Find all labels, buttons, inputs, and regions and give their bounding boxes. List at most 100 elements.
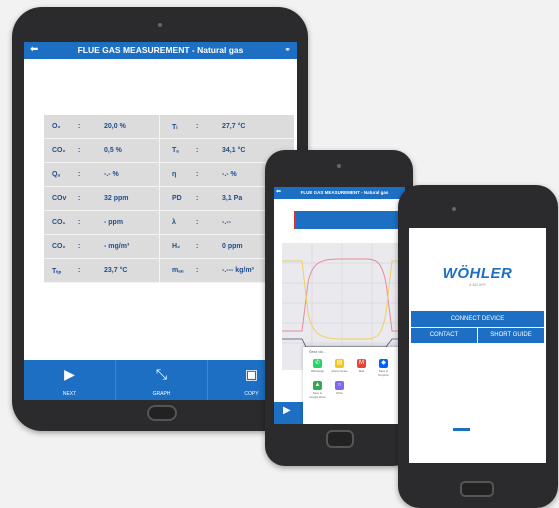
measurement-value: -.-- xyxy=(222,219,231,226)
small-input[interactable] xyxy=(453,428,470,431)
camera xyxy=(158,23,162,27)
camera xyxy=(452,207,456,211)
measurement-row: CO₁: - ppm λ: -.-- xyxy=(44,211,294,235)
yellow-series-line xyxy=(282,260,405,340)
measurement-label: Tₐ xyxy=(172,147,179,154)
measurement-label: H₂ xyxy=(172,243,181,250)
share-sheet: Send via... ✆ WhatsApp ▤ Add to Notes M Mail ◆… xyxy=(303,347,405,424)
measurement-label: mₐᵤ xyxy=(172,267,184,274)
measurement-separator: : xyxy=(196,195,199,202)
tablet-screen: ⬅ FLUE GAS MEASUREMENT - Natural gas ⚭ O… xyxy=(24,42,297,400)
measurement-separator: : xyxy=(78,123,81,130)
measurement-label: O₂ xyxy=(52,123,61,130)
measurement-value: - mg/m³ xyxy=(104,243,130,250)
measurement-value: 20,0 % xyxy=(104,123,126,130)
short-guide-button[interactable]: SHORT GUIDE xyxy=(478,328,544,343)
phone-screen-home: WÖHLER A 450 APP CONNECT DEVICE CONTACT … xyxy=(409,228,546,463)
share-item-label: WhatsApp xyxy=(311,369,324,373)
play-icon: ▶ xyxy=(64,366,75,382)
next-button[interactable]: ▶ xyxy=(274,402,303,424)
brand-logo: WÖHLER xyxy=(442,265,513,282)
save-icon: ▣ xyxy=(244,366,259,382)
home-button[interactable] xyxy=(326,430,354,448)
mail-icon[interactable]: M xyxy=(357,359,366,368)
back-arrow-icon[interactable]: ⬅ xyxy=(276,188,281,195)
measurement-value: -.- % xyxy=(222,171,237,178)
app-header: ⬅ FLUE GAS MEASUREMENT - Natural gas xyxy=(274,187,405,199)
drive-icon[interactable]: ▲ xyxy=(313,381,322,390)
measurement-row: CO₂: 0,5 % Tₐ: 34,1 °C xyxy=(44,139,294,163)
column-divider xyxy=(159,187,160,210)
measurement-separator: : xyxy=(196,243,199,250)
share-item-label: Save to Google Drive xyxy=(309,391,326,399)
app-header: ⬅ FLUE GAS MEASUREMENT - Natural gas ⚭ xyxy=(24,42,297,59)
connect-device-button[interactable]: CONNECT DEVICE xyxy=(411,311,544,327)
measurement-value: - ppm xyxy=(104,219,124,226)
measurement-label: COv xyxy=(52,195,67,202)
share-item-label: Other xyxy=(336,391,343,395)
graph-button[interactable]: ⤡ GRAPH xyxy=(115,360,208,400)
measurement-separator: : xyxy=(196,147,199,154)
measurement-separator: : xyxy=(78,147,81,154)
measurement-row: CO₂: - mg/m³ H₂: 0 ppm xyxy=(44,235,294,259)
measurement-value: -.--- kg/m³ xyxy=(222,267,254,274)
contact-button[interactable]: CONTACT xyxy=(411,328,477,343)
measurement-separator: : xyxy=(196,123,199,130)
value-strip xyxy=(294,211,405,229)
column-divider xyxy=(159,211,160,234)
measurement-separator: : xyxy=(196,219,199,226)
measurement-separator: : xyxy=(196,171,199,178)
measurement-grid: O₂: 20,0 % Tₗ: 27,7 °C CO₂: 0,5 % Tₐ: 34,1 °C Qₐ… xyxy=(44,115,294,283)
share-item-label: Add to Notes xyxy=(331,369,348,373)
measurement-label: Qₐ xyxy=(52,171,61,178)
measurement-label: CO₂ xyxy=(52,243,66,250)
measurement-separator: : xyxy=(78,219,81,226)
home-button[interactable] xyxy=(460,481,494,497)
share-item-label: Mail xyxy=(358,369,365,373)
measurement-value: 23,7 °C xyxy=(104,267,128,274)
graph-icon: ⤡ xyxy=(155,366,168,382)
share-item-label: Save to Dropbox xyxy=(378,369,389,377)
measurement-row: Qₐ: -.- % η: -.- % xyxy=(44,163,294,187)
camera xyxy=(337,164,341,168)
share-title: Send via... xyxy=(309,350,326,354)
measurement-label: CO₂ xyxy=(52,147,66,154)
pink-series-line xyxy=(282,258,405,332)
measurement-value: 34,1 °C xyxy=(222,147,246,154)
measurement-label: Tₗ xyxy=(172,124,178,131)
phone-screen-measurement: ⬅ FLUE GAS MEASUREMENT - Natural gas ▶ S… xyxy=(274,187,405,424)
measurement-separator: : xyxy=(196,267,199,274)
graph-label: GRAPH xyxy=(152,391,171,397)
link-icon[interactable]: ⚭ xyxy=(284,45,291,54)
measurement-label: PD xyxy=(172,195,182,202)
column-divider xyxy=(159,139,160,162)
measurement-label: η xyxy=(172,171,177,178)
column-divider xyxy=(159,163,160,186)
dropbox-icon[interactable]: ◆ xyxy=(379,359,388,368)
column-divider xyxy=(159,259,160,282)
measurement-separator: : xyxy=(78,195,81,202)
app-subtitle: A 450 APP xyxy=(469,283,486,287)
measurement-value: 0,5 % xyxy=(104,147,122,154)
next-button[interactable]: ▶ NEXT xyxy=(24,360,115,400)
home-button[interactable] xyxy=(147,405,177,421)
more-icon[interactable]: ○ xyxy=(335,381,344,390)
column-divider xyxy=(159,235,160,258)
page-title: FLUE GAS MEASUREMENT - Natural gas xyxy=(300,190,389,195)
whatsapp-icon[interactable]: ✆ xyxy=(313,359,322,368)
measurement-label: Tₜₚ xyxy=(52,268,62,275)
measurement-value: -.- % xyxy=(104,171,119,178)
play-icon: ▶ xyxy=(283,405,291,416)
next-label: NEXT xyxy=(62,391,77,397)
measurement-row: Tₜₚ: 23,7 °C mₐᵤ: -.--- kg/m³ xyxy=(44,259,294,283)
measurement-label: CO₁ xyxy=(52,219,66,226)
measurement-separator: : xyxy=(78,171,81,178)
measurement-value: 32 ppm xyxy=(104,195,129,202)
measurement-label: λ xyxy=(172,219,176,226)
measurement-value: 0 ppm xyxy=(222,243,243,250)
measurement-row: COv: 32 ppm PD: 3,1 Pa xyxy=(44,187,294,211)
column-divider xyxy=(159,115,160,138)
measurement-value: 27,7 °C xyxy=(222,123,246,130)
alert-marker xyxy=(294,211,296,229)
notes-icon[interactable]: ▤ xyxy=(335,359,344,368)
